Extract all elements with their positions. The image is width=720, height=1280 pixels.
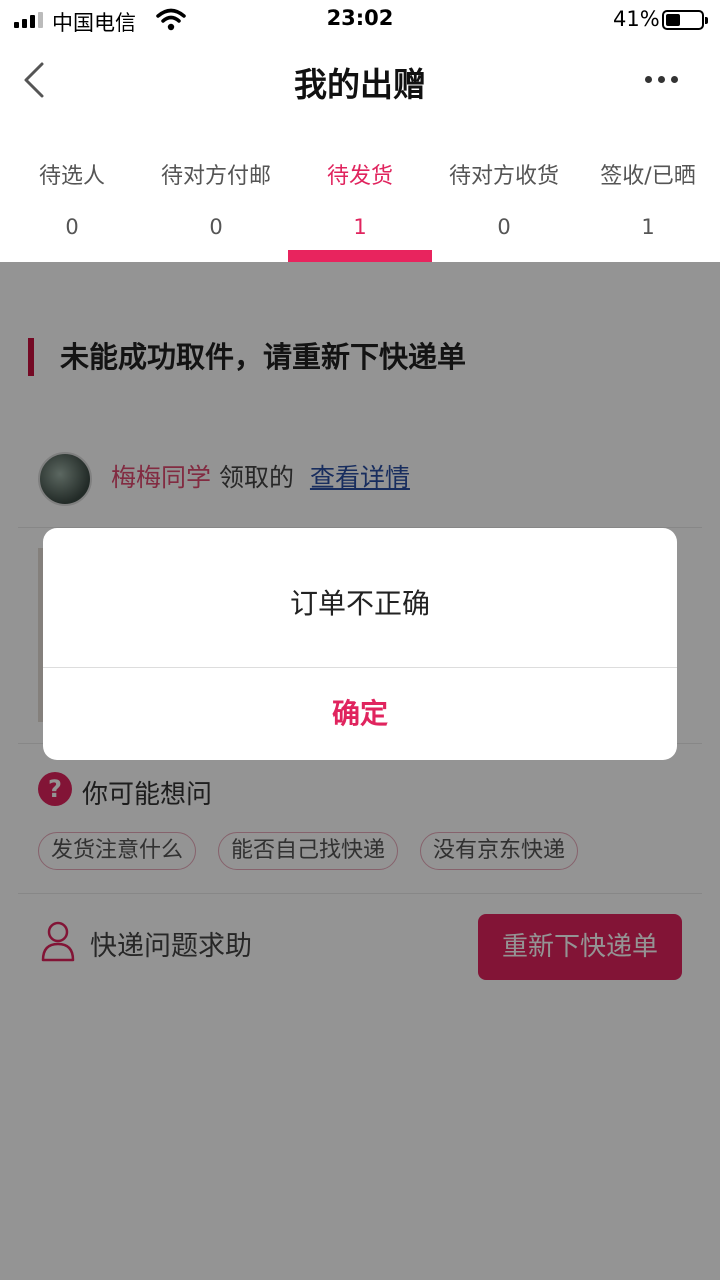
tab-label: 待发货 (326, 164, 393, 189)
tab-count: 0 (65, 215, 79, 239)
tab-count: 1 (353, 215, 367, 239)
tab-label: 签收/已晒 (600, 164, 696, 189)
dialog-message: 订单不正确 (43, 528, 677, 668)
status-bar: 中国电信 23:02 41% (0, 0, 720, 40)
tab-label: 待对方付邮 (160, 164, 271, 189)
active-tab-indicator (288, 250, 432, 262)
battery-icon (662, 10, 708, 30)
nav-bar: 我的出赠 (0, 40, 720, 122)
tab-pending-postage[interactable]: 待对方付邮 0 (144, 140, 288, 262)
tab-label: 待选人 (38, 164, 105, 189)
tab-count: 0 (497, 215, 511, 239)
modal-overlay[interactable] (0, 262, 720, 1280)
tab-label: 待对方收货 (448, 164, 559, 189)
tab-received[interactable]: 签收/已晒 1 (576, 140, 720, 262)
more-dots-icon[interactable] (645, 76, 679, 84)
clock: 23:02 (326, 6, 394, 30)
tab-pending-ship[interactable]: 待发货 1 (288, 140, 432, 262)
page-title: 我的出赠 (294, 65, 426, 104)
tab-count: 0 (209, 215, 223, 239)
tab-pending-receive[interactable]: 待对方收货 0 (432, 140, 576, 262)
battery-percent: 41% (613, 7, 660, 31)
tab-count: 1 (641, 215, 655, 239)
status-tabs: 待选人 0 待对方付邮 0 待发货 1 待对方收货 0 签收/已晒 1 (0, 140, 720, 262)
confirm-button[interactable]: 确定 (43, 668, 677, 760)
tab-pending-select[interactable]: 待选人 0 (0, 140, 144, 262)
alert-dialog: 订单不正确 确定 (43, 528, 677, 760)
